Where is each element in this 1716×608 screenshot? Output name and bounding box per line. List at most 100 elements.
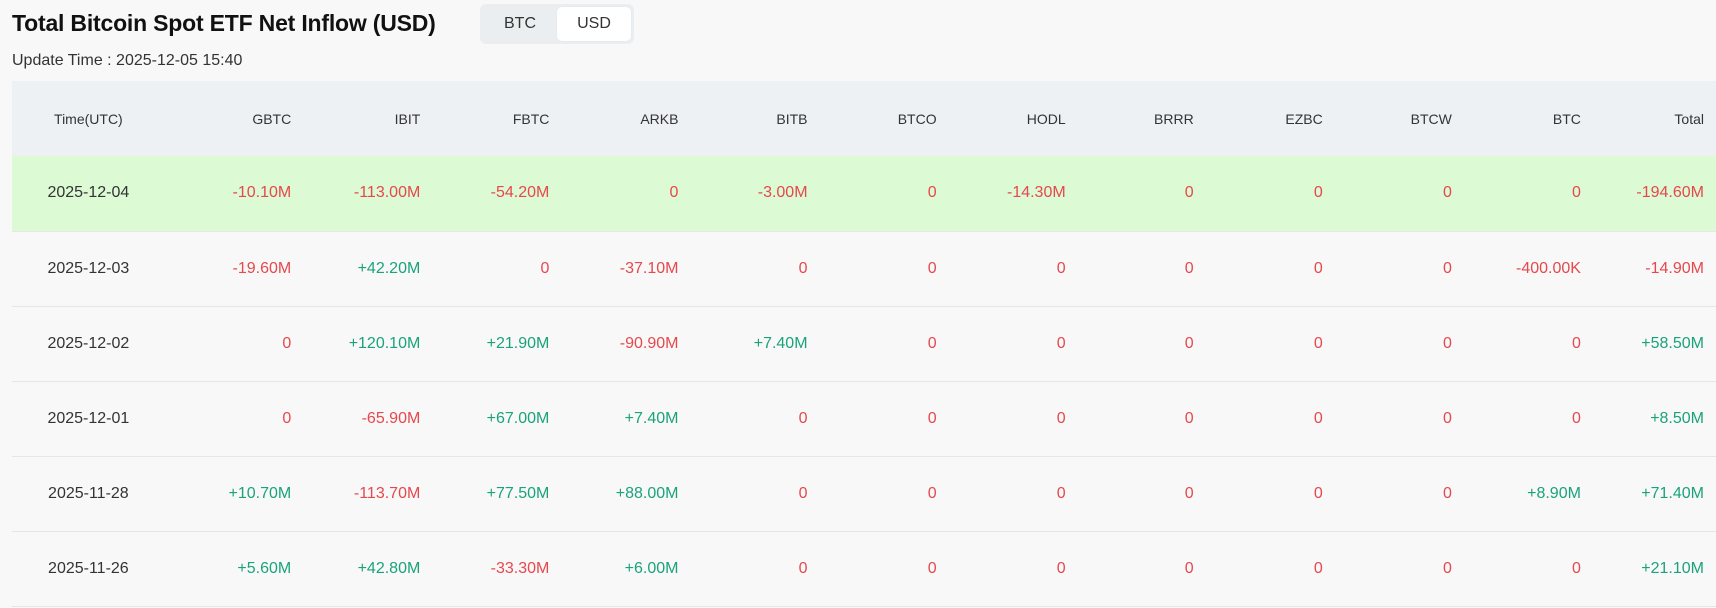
row-flow-value: 0 xyxy=(1572,334,1581,352)
row-flow-value: -10.10M xyxy=(232,184,292,202)
column-header-bitb: BITB xyxy=(776,110,808,127)
column-header-hodl: HODL xyxy=(1026,110,1066,127)
row-flow-value: +7.40M xyxy=(624,409,679,427)
table-row[interactable]: 2025-12-04 -10.10M -113.00M -54.20M 0 -3.00M 0… xyxy=(12,156,1716,231)
column-header-brrr: BRRR xyxy=(1154,110,1194,127)
row-flow-value: 0 xyxy=(798,409,808,427)
column-header-btc: BTC xyxy=(1552,110,1581,127)
row-flow-value: +5.60M xyxy=(237,559,292,577)
row-flow-value: 0 xyxy=(1184,334,1194,352)
etf-flow-table: Time(UTC) GBTC IBIT FBTC ARKB BITB BTCO HODL BRR… xyxy=(12,81,1716,607)
row-date: 2025-11-26 xyxy=(48,559,129,577)
row-flow-value: 0 xyxy=(669,184,679,202)
row-flow-value: 0 xyxy=(1313,334,1323,352)
row-date: 2025-12-01 xyxy=(47,409,130,427)
row-total-value: +8.50M xyxy=(1650,409,1704,427)
row-flow-value: 0 xyxy=(1442,334,1452,352)
table-body: 2025-12-04 -10.10M -113.00M -54.20M 0 -3.00M 0… xyxy=(12,156,1716,606)
row-flow-value: 0 xyxy=(1572,409,1581,427)
row-date: 2025-12-04 xyxy=(47,184,130,202)
page-title: Total Bitcoin Spot ETF Net Inflow (USD) xyxy=(12,9,436,36)
row-flow-value: -400.00K xyxy=(1515,259,1581,277)
row-flow-value: -3.00M xyxy=(757,184,808,202)
table-row[interactable]: 2025-12-02 0 +120.10M +21.90M -90.90M +7.40M 0… xyxy=(12,306,1716,381)
row-flow-value: -65.90M xyxy=(361,409,421,427)
row-flow-value: +120.10M xyxy=(348,334,421,352)
row-flow-value: -33.30M xyxy=(490,559,550,577)
row-date: 2025-11-28 xyxy=(48,484,129,502)
row-total-value: +21.10M xyxy=(1641,559,1704,577)
row-flow-value: +10.70M xyxy=(228,484,292,502)
row-flow-value: 0 xyxy=(1184,559,1194,577)
btc-toggle-button[interactable]: BTC xyxy=(483,7,557,41)
row-date: 2025-12-03 xyxy=(47,259,130,277)
row-flow-value: +77.50M xyxy=(486,484,550,502)
row-flow-value: 0 xyxy=(1572,184,1581,202)
row-flow-value: +42.80M xyxy=(357,559,421,577)
usd-toggle-button[interactable]: USD xyxy=(557,7,631,41)
column-header-fbtc: FBTC xyxy=(512,110,550,127)
row-flow-value: +8.90M xyxy=(1527,484,1581,502)
row-flow-value: 0 xyxy=(798,259,808,277)
row-flow-value: 0 xyxy=(1313,409,1323,427)
row-flow-value: -113.00M xyxy=(353,184,421,202)
row-total-value: -14.90M xyxy=(1645,259,1704,277)
row-flow-value: 0 xyxy=(927,259,937,277)
row-flow-value: 0 xyxy=(1313,484,1323,502)
column-header-total: Total xyxy=(1674,110,1704,127)
row-flow-value: +21.90M xyxy=(486,334,550,352)
currency-toggle: BTC USD xyxy=(480,4,634,44)
row-flow-value: +7.40M xyxy=(753,334,808,352)
column-header-ezbc: EZBC xyxy=(1285,110,1323,127)
row-date: 2025-12-02 xyxy=(47,334,130,352)
table-header-row: Time(UTC) GBTC IBIT FBTC ARKB BITB BTCO HODL BRR… xyxy=(12,81,1716,156)
table-row[interactable]: 2025-12-03 -19.60M +42.20M 0 -37.10M 0 0 0 0 0 0 -4… xyxy=(12,231,1716,306)
row-flow-value: 0 xyxy=(1056,259,1066,277)
row-flow-value: 0 xyxy=(927,484,937,502)
row-flow-value: 0 xyxy=(798,559,808,577)
row-flow-value: 0 xyxy=(927,409,937,427)
row-flow-value: -14.30M xyxy=(1006,184,1066,202)
row-flow-value: 0 xyxy=(1442,259,1452,277)
row-flow-value: 0 xyxy=(282,334,292,352)
row-flow-value: -37.10M xyxy=(619,259,679,277)
row-flow-value: -113.70M xyxy=(353,484,421,502)
update-time: Update Time : 2025-12-05 15:40 xyxy=(12,52,243,69)
table-row[interactable]: 2025-11-28 +10.70M -113.70M +77.50M +88.00M 0… xyxy=(12,456,1716,531)
row-flow-value: 0 xyxy=(1184,259,1194,277)
row-flow-value: +67.00M xyxy=(486,409,550,427)
row-flow-value: +42.20M xyxy=(357,259,421,277)
row-flow-value: 0 xyxy=(1056,484,1066,502)
column-header-ibit: IBIT xyxy=(394,110,421,127)
page-header: Total Bitcoin Spot ETF Net Inflow (USD) xyxy=(12,0,436,46)
column-header-btco: BTCO xyxy=(897,110,937,127)
table-row[interactable]: 2025-11-26 +5.60M +42.80M -33.30M +6.00M 0 0 0 0… xyxy=(12,531,1716,606)
row-flow-value: 0 xyxy=(1313,559,1323,577)
table-row[interactable]: 2025-12-01 0 -65.90M +67.00M +7.40M 0 0 0 0 0 0 0 +8… xyxy=(12,381,1716,456)
row-flow-value: 0 xyxy=(1056,409,1066,427)
row-flow-value: 0 xyxy=(1184,184,1194,202)
row-flow-value: -90.90M xyxy=(619,334,679,352)
column-header-btcw: BTCW xyxy=(1410,110,1452,127)
row-flow-value: 0 xyxy=(1572,559,1581,577)
row-flow-value: +6.00M xyxy=(624,559,679,577)
row-flow-value: 0 xyxy=(1442,484,1452,502)
row-flow-value: 0 xyxy=(1313,259,1323,277)
row-flow-value: 0 xyxy=(927,184,937,202)
row-flow-value: 0 xyxy=(1442,409,1452,427)
row-flow-value: 0 xyxy=(282,409,292,427)
row-flow-value: 0 xyxy=(1442,184,1452,202)
row-flow-value: 0 xyxy=(798,484,808,502)
row-flow-value: -54.20M xyxy=(490,184,550,202)
row-flow-value: 0 xyxy=(540,259,550,277)
column-header-time: Time(UTC) xyxy=(54,110,123,127)
row-flow-value: 0 xyxy=(1442,559,1452,577)
row-total-value: +58.50M xyxy=(1641,334,1704,352)
row-flow-value: 0 xyxy=(927,559,937,577)
row-total-value: +71.40M xyxy=(1641,484,1704,502)
row-flow-value: 0 xyxy=(1056,334,1066,352)
column-header-gbtc: GBTC xyxy=(252,110,292,127)
row-flow-value: -19.60M xyxy=(232,259,292,277)
row-flow-value: 0 xyxy=(1184,484,1194,502)
row-flow-value: +88.00M xyxy=(615,484,679,502)
